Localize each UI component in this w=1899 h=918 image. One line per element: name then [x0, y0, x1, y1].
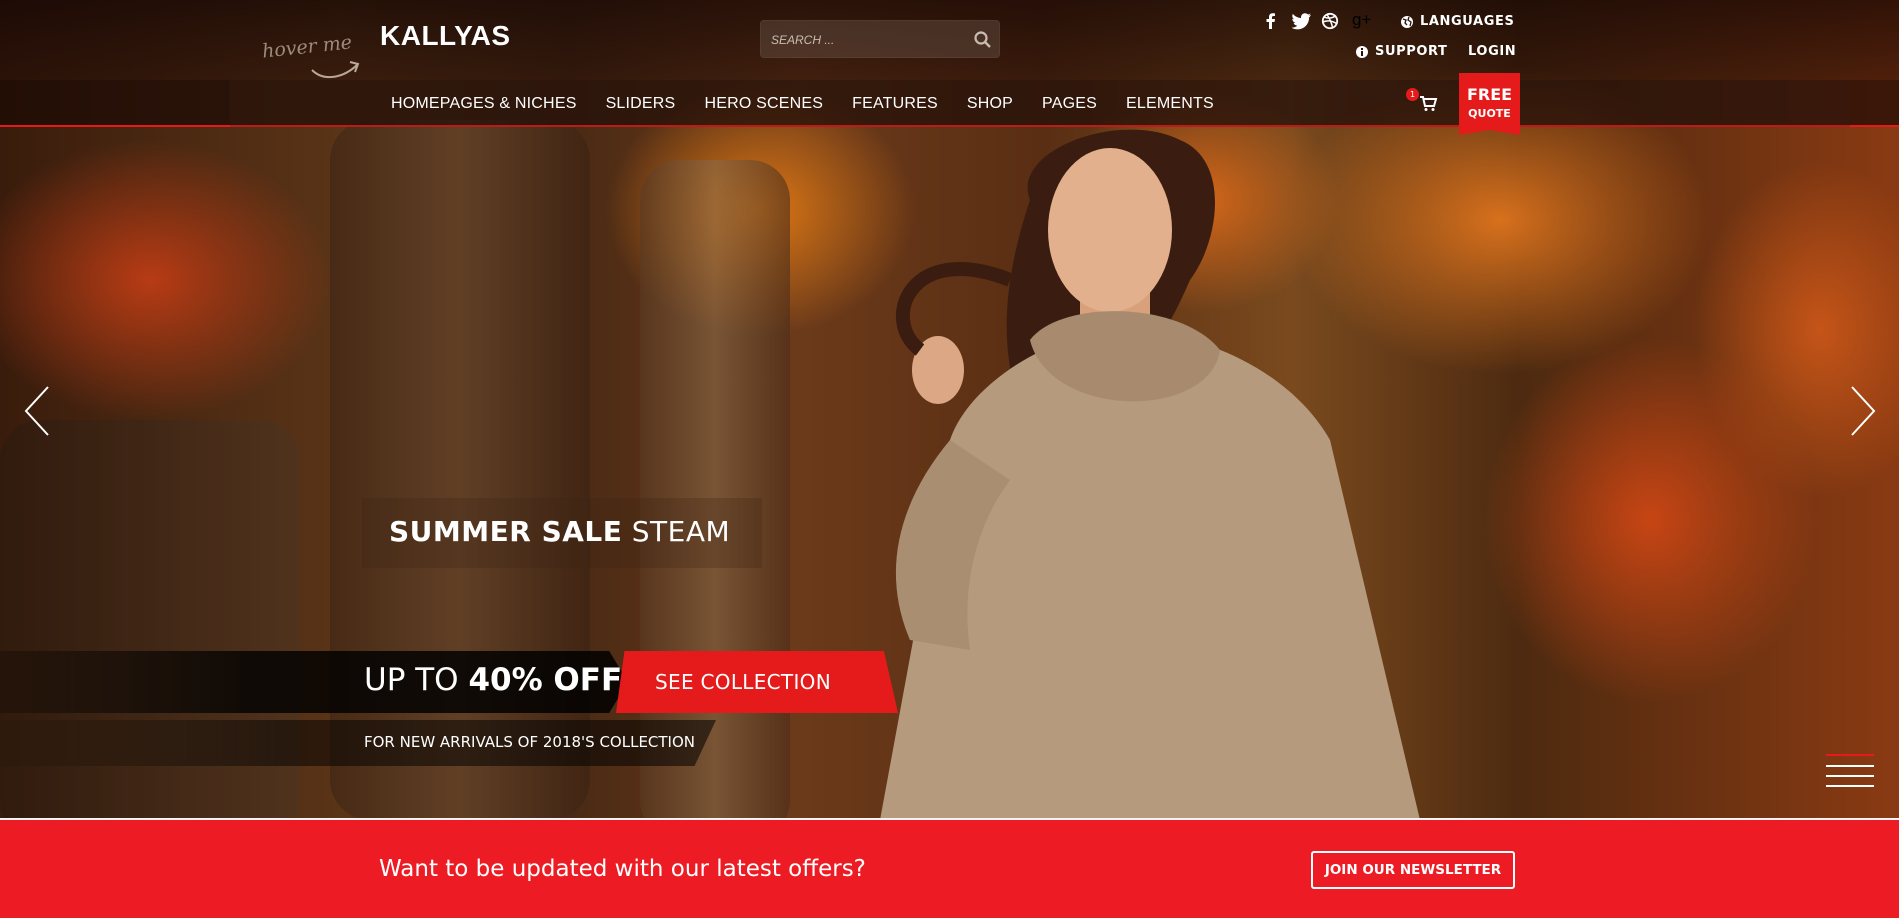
globe-icon — [1401, 15, 1413, 28]
search-input[interactable] — [761, 21, 961, 59]
info-icon — [1356, 45, 1368, 58]
menu-toggle-icon[interactable] — [1826, 754, 1874, 788]
free-quote-button[interactable]: FREE QUOTE — [1459, 73, 1520, 135]
newsletter-strip — [0, 818, 1899, 918]
caption-title-light: STEAM — [622, 515, 731, 548]
site-logo[interactable]: KALLYAS — [380, 20, 511, 52]
newsletter-text: Want to be updated with our latest offer… — [379, 856, 866, 882]
support-label: SUPPORT — [1375, 44, 1448, 59]
search-box — [760, 20, 1000, 59]
main-menu: HOMEPAGES & NICHES SLIDERS HERO SCENES F… — [391, 80, 1243, 127]
model-photo — [880, 129, 1420, 818]
nav-item-features[interactable]: FEATURES — [852, 95, 938, 113]
slide-subtext: FOR NEW ARRIVALS OF 2018'S COLLECTION — [364, 733, 696, 751]
nav-item-shop[interactable]: SHOP — [967, 95, 1013, 113]
languages-link[interactable]: LANGUAGES — [1400, 14, 1514, 29]
dribbble-icon[interactable] — [1321, 12, 1339, 35]
nav-item-sliders[interactable]: SLIDERS — [606, 95, 676, 113]
slider-next-arrow-icon[interactable] — [1848, 385, 1878, 437]
languages-label: LANGUAGES — [1420, 14, 1515, 29]
caption-title-bold: SUMMER SALE — [389, 515, 623, 548]
slide-caption-title: SUMMER SALE STEAM — [389, 515, 730, 548]
see-collection-button[interactable]: SEE COLLECTION — [616, 651, 898, 713]
search-icon[interactable] — [973, 30, 993, 50]
login-link[interactable]: LOGIN — [1468, 44, 1516, 59]
offer-percentage: 40% OFF — [468, 662, 623, 698]
see-collection-label: SEE COLLECTION — [655, 670, 831, 694]
nav-item-homepages[interactable]: HOMEPAGES & NICHES — [391, 95, 577, 113]
nav-item-elements[interactable]: ELEMENTS — [1126, 95, 1214, 113]
twitter-icon[interactable] — [1291, 12, 1312, 35]
google-plus-icon[interactable]: g+ — [1352, 10, 1376, 30]
join-newsletter-button[interactable]: JOIN OUR NEWSLETTER — [1311, 851, 1515, 889]
nav-item-pages[interactable]: PAGES — [1042, 95, 1097, 113]
facebook-icon[interactable] — [1262, 12, 1280, 35]
offer-text: UP TO 40% OFF — [364, 662, 622, 698]
free-quote-line2: QUOTE — [1468, 107, 1511, 120]
login-label: LOGIN — [1468, 44, 1517, 59]
free-quote-line1: FREE — [1466, 85, 1513, 104]
support-link[interactable]: SUPPORT — [1355, 44, 1448, 59]
curved-arrow-icon — [311, 61, 360, 79]
slider-prev-arrow-icon[interactable] — [22, 385, 52, 437]
offer-prefix: UP TO — [364, 662, 469, 698]
nav-item-hero-scenes[interactable]: HERO SCENES — [704, 95, 823, 113]
cart-icon[interactable] — [1417, 92, 1439, 114]
